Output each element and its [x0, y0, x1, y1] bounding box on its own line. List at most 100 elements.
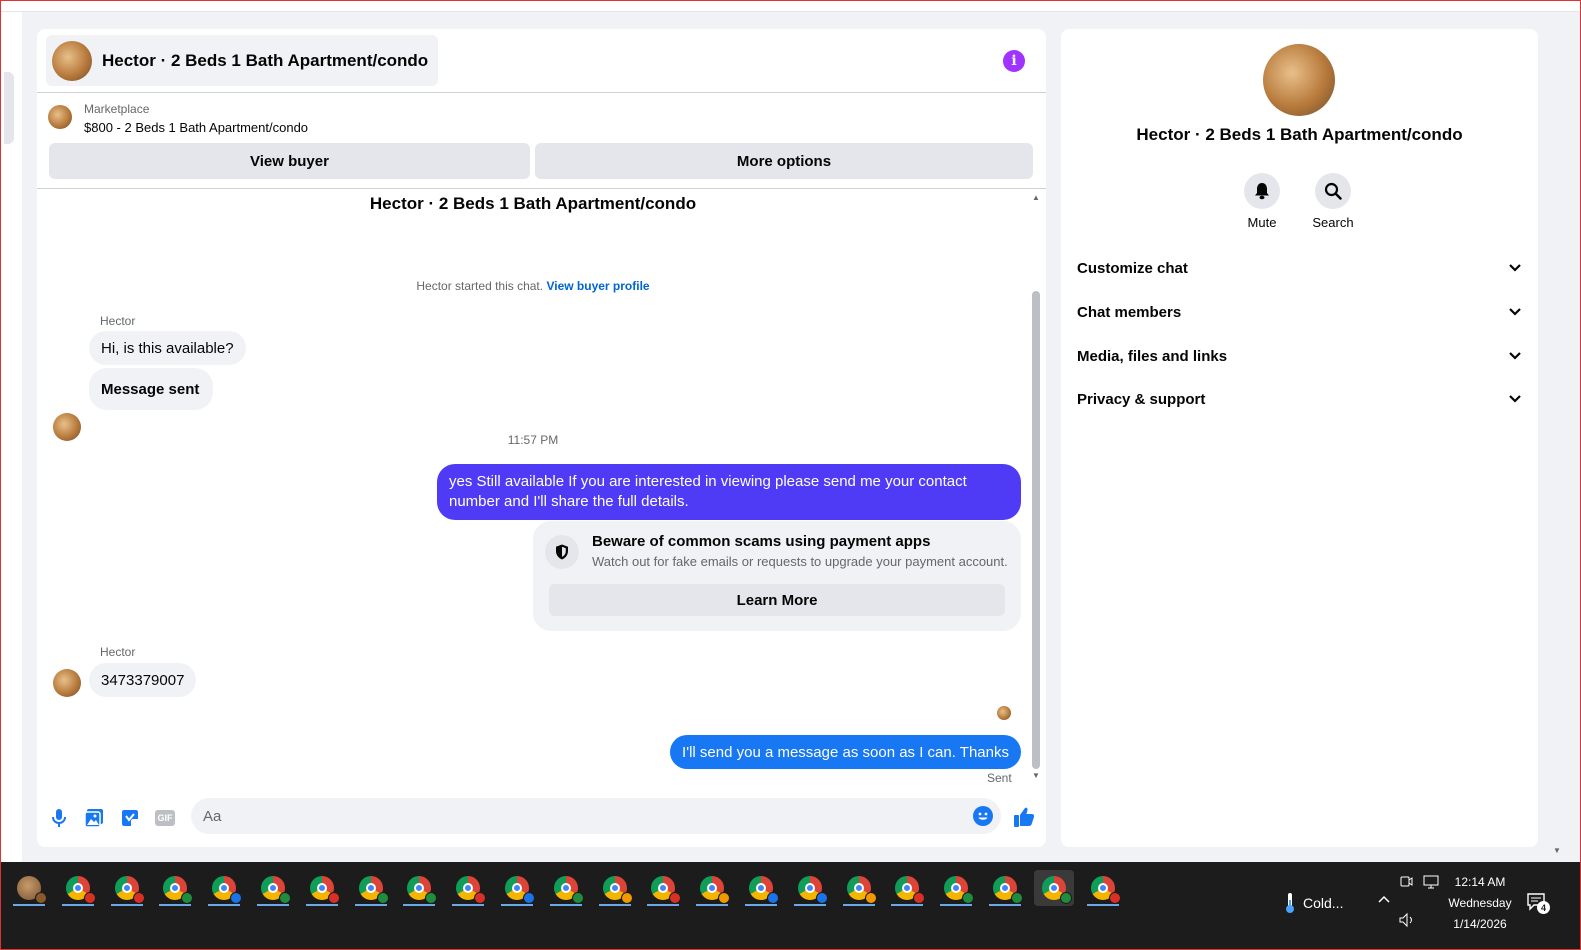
- shield-icon: [545, 535, 579, 569]
- running-indicator: [61, 904, 94, 906]
- microphone-icon[interactable]: [48, 807, 70, 829]
- taskbar-chrome-window[interactable]: [497, 870, 537, 906]
- clock-time: 12:14 AM: [1454, 875, 1506, 889]
- taskbar-chrome-window[interactable]: [155, 870, 195, 906]
- listing-photo[interactable]: [1263, 44, 1335, 116]
- sticker-icon[interactable]: [119, 807, 141, 829]
- running-indicator: [793, 904, 826, 906]
- taskbar-chrome-window[interactable]: [692, 870, 732, 906]
- chat-title-button[interactable]: Hector · 2 Beds 1 Bath Apartment/condo: [46, 35, 439, 86]
- taskbar-chrome-window[interactable]: [448, 870, 488, 906]
- running-indicator: [110, 904, 143, 906]
- scroll-up-arrow[interactable]: ▲: [1032, 193, 1040, 202]
- taskbar-chrome-window[interactable]: [985, 870, 1025, 906]
- running-indicator: [989, 904, 1021, 906]
- taskbar-chrome-window[interactable]: [302, 870, 342, 906]
- listing-price[interactable]: $800 - 2 Beds 1 Bath Apartment/condo: [84, 120, 308, 135]
- message-timestamp: 11:57 PM: [507, 433, 559, 447]
- outgoing-message[interactable]: yes Still available If you are intereste…: [437, 464, 1021, 520]
- message-input[interactable]: [191, 798, 1001, 834]
- marketplace-thumbnail: [48, 105, 72, 129]
- taskbar-chrome-window[interactable]: [595, 870, 635, 906]
- profile-badge-icon: [1059, 892, 1072, 904]
- scroll-down-arrow[interactable]: ▼: [1032, 771, 1040, 780]
- listing-avatar: [52, 40, 92, 81]
- profile-badge-icon: [620, 892, 633, 904]
- running-indicator: [257, 904, 289, 906]
- chat-members-section[interactable]: Chat members: [1061, 292, 1538, 332]
- chevron-down-icon: [1508, 304, 1522, 321]
- taskbar-chrome-window[interactable]: [887, 870, 927, 906]
- profile-badge-icon: [864, 892, 877, 904]
- marketplace-label: Marketplace: [84, 102, 150, 116]
- taskbar-chrome-window[interactable]: [643, 870, 683, 906]
- network-icon[interactable]: [1422, 874, 1440, 893]
- chat-title: Hector · 2 Beds 1 Bath Apartment/condo: [102, 50, 429, 70]
- section-label: Media, files and links: [1077, 347, 1228, 365]
- taskbar-chrome-window[interactable]: [58, 870, 98, 906]
- profile-badge-icon: [913, 892, 926, 904]
- chat-header: Hector · 2 Beds 1 Bath Apartment/condo i: [37, 29, 1046, 93]
- running-indicator: [891, 904, 924, 906]
- system-clock[interactable]: 12:14 AM Wednesday 1/14/2026: [1440, 872, 1520, 935]
- chevron-up-icon[interactable]: [1377, 892, 1391, 907]
- left-nav-strip: [0, 12, 22, 870]
- speaker-icon[interactable]: [1398, 912, 1416, 931]
- message-status: Sent: [987, 771, 1012, 785]
- taskbar-chrome-window[interactable]: [399, 870, 439, 906]
- running-indicator: [452, 904, 485, 906]
- weather-widget[interactable]: Cold...: [1283, 892, 1343, 914]
- customize-chat-section[interactable]: Customize chat: [1061, 248, 1538, 288]
- incoming-message[interactable]: Hi, is this available?: [89, 331, 246, 365]
- view-buyer-button[interactable]: View buyer: [49, 143, 530, 179]
- running-indicator: [1086, 904, 1119, 906]
- left-nav-handle[interactable]: [4, 72, 14, 144]
- chat-details-sidebar: Hector · 2 Beds 1 Bath Apartment/condo M…: [1061, 29, 1538, 847]
- taskbar-profile-app[interactable]: [9, 870, 49, 906]
- seen-avatar: [997, 706, 1011, 720]
- scam-warning-subtitle: Watch out for fake emails or requests to…: [592, 554, 1008, 569]
- incoming-message[interactable]: Message sent: [89, 368, 214, 410]
- running-indicator: [940, 904, 973, 906]
- message-scrollbar[interactable]: [1032, 291, 1040, 769]
- taskbar-chrome-window[interactable]: [839, 870, 879, 906]
- taskbar-chrome-window[interactable]: [204, 870, 244, 906]
- bell-icon: [1244, 173, 1280, 209]
- taskbar-chrome-window[interactable]: [790, 870, 830, 906]
- gif-icon[interactable]: GIF: [154, 807, 176, 829]
- learn-more-button[interactable]: Learn More: [549, 584, 1005, 616]
- photo-icon[interactable]: [83, 807, 105, 829]
- view-buyer-profile-link[interactable]: View buyer profile: [546, 279, 649, 293]
- taskbar-chrome-window[interactable]: [741, 870, 781, 906]
- emoji-icon[interactable]: [973, 806, 993, 826]
- mute-label: Mute: [1247, 215, 1277, 230]
- sender-name: Hector: [100, 314, 136, 328]
- mute-button[interactable]: Mute: [1222, 173, 1302, 230]
- taskbar-chrome-window[interactable]: [107, 870, 147, 906]
- info-icon[interactable]: i: [1003, 50, 1025, 72]
- taskbar-chrome-window[interactable]: [546, 870, 586, 906]
- running-indicator: [647, 904, 680, 906]
- taskbar-chrome-window[interactable]: [1083, 870, 1123, 906]
- profile-badge-icon: [83, 892, 96, 904]
- search-button[interactable]: Search: [1293, 173, 1373, 230]
- hector-avatar[interactable]: [53, 669, 81, 697]
- notification-center-icon[interactable]: 4: [1526, 892, 1550, 919]
- profile-badge-icon: [279, 892, 291, 904]
- more-options-button[interactable]: More options: [535, 143, 1033, 179]
- running-indicator: [208, 904, 241, 906]
- browser-top-strip: [0, 0, 1581, 12]
- outgoing-message[interactable]: I'll send you a message as soon as I can…: [670, 735, 1021, 769]
- running-indicator: [696, 904, 729, 906]
- media-files-links-section[interactable]: Media, files and links: [1061, 336, 1538, 376]
- started-text: Hector started this chat.: [416, 279, 544, 293]
- incoming-message[interactable]: 3473379007: [89, 663, 197, 697]
- taskbar-chrome-window[interactable]: [1033, 870, 1074, 906]
- privacy-support-section[interactable]: Privacy & support: [1061, 379, 1538, 419]
- taskbar-chrome-window[interactable]: [351, 870, 391, 906]
- page-scroll-down-arrow[interactable]: ▼: [1553, 846, 1561, 855]
- taskbar-chrome-window[interactable]: [253, 870, 293, 906]
- thumbs-up-icon[interactable]: [1012, 805, 1036, 829]
- meet-now-icon[interactable]: [1398, 874, 1414, 893]
- taskbar-chrome-window[interactable]: [936, 870, 976, 906]
